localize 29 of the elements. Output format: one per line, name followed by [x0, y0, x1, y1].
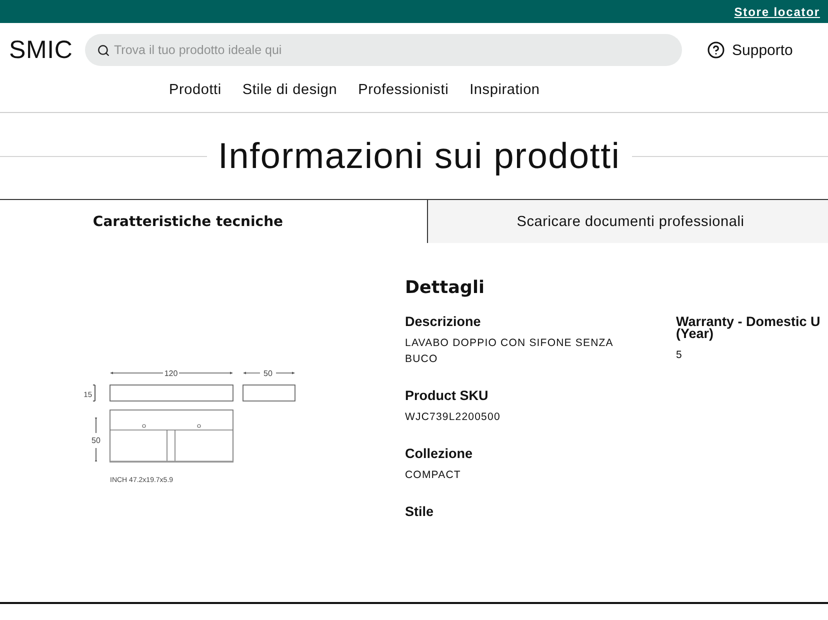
detail-label: Collezione	[405, 446, 474, 462]
dimension-line	[92, 384, 96, 402]
search-field[interactable]: Trova il tuo prodotto ideale qui	[85, 34, 682, 66]
detail-value: COMPACT	[405, 468, 462, 483]
store-locator-link[interactable]: Store locator	[734, 4, 820, 18]
search-icon	[97, 44, 110, 57]
logo[interactable]: SMIC	[0, 36, 85, 64]
nav-link[interactable]: Inspiration	[470, 82, 540, 99]
tab[interactable]: Scaricare documenti professionali	[427, 199, 828, 243]
nav-link[interactable]: Professionisti	[358, 82, 449, 99]
detail-value: 5	[676, 348, 684, 363]
detail-label: Warranty - Domestic U (Year)	[676, 314, 822, 342]
detail-value: WJC739L2200500	[405, 410, 502, 425]
detail-label: Descrizione	[405, 314, 482, 330]
page-title: Informazioni sui prodotti	[218, 135, 620, 177]
support-link[interactable]: Supporto	[707, 41, 793, 59]
help-icon	[707, 41, 725, 59]
tab[interactable]: Caratteristiche tecniche	[0, 199, 427, 243]
nav-link[interactable]: Stile di design	[242, 82, 338, 99]
detail-label: Product SKU	[405, 388, 490, 404]
dimension-line	[243, 372, 295, 374]
details-heading: Dettagli	[405, 277, 486, 299]
detail-value: LAVABO DOPPIO CON SIFONE SENZA BUCO	[405, 336, 614, 367]
dimension-label: 50	[264, 369, 272, 378]
dimension-label: 120	[164, 369, 178, 378]
nav-link[interactable]: Prodotti	[169, 82, 222, 99]
basin-side-view	[242, 384, 296, 402]
dimension-label: 50	[92, 436, 100, 445]
detail-label: Stile	[405, 504, 435, 520]
